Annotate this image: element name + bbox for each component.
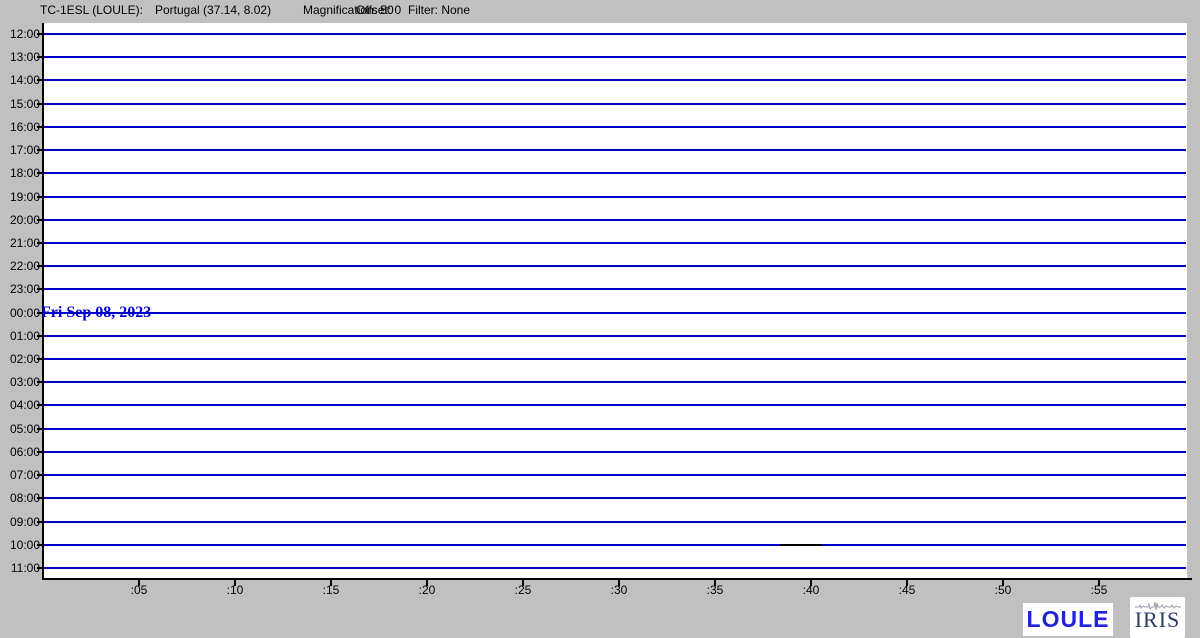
seismogram-trace	[44, 497, 1186, 499]
hour-label: 13:00	[0, 49, 40, 65]
hour-label: 04:00	[0, 397, 40, 413]
seismogram-trace	[44, 451, 1186, 453]
hour-label: 18:00	[0, 165, 40, 181]
seismogram-trace	[44, 56, 1186, 58]
y-axis-tick	[37, 288, 43, 290]
seismogram-trace	[44, 474, 1186, 476]
x-axis-line	[42, 578, 1192, 580]
seismogram-trace	[44, 567, 1186, 569]
filter-label: Filter: None	[408, 3, 470, 17]
y-axis-tick	[37, 196, 43, 198]
hour-label: 23:00	[0, 281, 40, 297]
y-axis-tick	[37, 381, 43, 383]
seismogram-trace	[44, 149, 1186, 151]
seismogram-trace	[44, 33, 1186, 35]
hour-label: 06:00	[0, 444, 40, 460]
seismogram-trace	[44, 126, 1186, 128]
seismogram-trace	[44, 172, 1186, 174]
y-axis-tick	[37, 149, 43, 151]
seismogram-trace	[44, 219, 1186, 221]
y-axis-tick	[37, 497, 43, 499]
station-location-label: Portugal (37.14, 8.02)	[155, 3, 271, 17]
seismogram-trace	[44, 335, 1186, 337]
y-axis-tick	[37, 56, 43, 58]
hour-label: 16:00	[0, 119, 40, 135]
y-axis-tick	[37, 79, 43, 81]
seismogram-trace	[44, 521, 1186, 523]
seismogram-trace	[44, 358, 1186, 360]
minute-label: :40	[791, 583, 831, 597]
y-axis-tick	[37, 544, 43, 546]
minute-label: :10	[215, 583, 255, 597]
seismogram-trace	[44, 288, 1186, 290]
hour-label: 02:00	[0, 351, 40, 367]
date-annotation: Fri Sep 08, 2023	[41, 304, 151, 322]
y-axis-tick	[37, 451, 43, 453]
hour-label: 05:00	[0, 421, 40, 437]
station-button[interactable]: LOULE	[1023, 603, 1113, 636]
offset-label: Offset: 0	[356, 3, 401, 17]
hour-label: 12:00	[0, 26, 40, 42]
hour-label: 22:00	[0, 258, 40, 274]
trace-black-segment	[780, 544, 822, 546]
plot-area[interactable]	[44, 23, 1187, 578]
y-axis-tick	[37, 103, 43, 105]
hour-label: 20:00	[0, 212, 40, 228]
hour-label: 10:00	[0, 537, 40, 553]
iris-logo-text: IRIS	[1135, 609, 1181, 631]
hour-label: 17:00	[0, 142, 40, 158]
y-axis-tick	[37, 521, 43, 523]
hour-label: 15:00	[0, 96, 40, 112]
hour-label: 11:00	[0, 560, 40, 576]
minute-label: :50	[983, 583, 1023, 597]
hour-label: 14:00	[0, 72, 40, 88]
seismogram-trace	[44, 196, 1186, 198]
seismogram-trace	[44, 428, 1186, 430]
y-axis-tick	[37, 474, 43, 476]
y-axis-tick	[37, 567, 43, 569]
seismogram-trace	[44, 312, 1186, 314]
minute-label: :20	[407, 583, 447, 597]
hour-label: 09:00	[0, 514, 40, 530]
hour-label: 03:00	[0, 374, 40, 390]
y-axis-tick	[37, 242, 43, 244]
seismogram-trace	[44, 103, 1186, 105]
y-axis-tick	[37, 126, 43, 128]
hour-label: 19:00	[0, 189, 40, 205]
y-axis-tick	[37, 265, 43, 267]
app-window: TC-1ESL (LOULE): Portugal (37.14, 8.02) …	[0, 0, 1200, 638]
iris-logo-button[interactable]: IRIS	[1130, 597, 1185, 638]
minute-label: :25	[503, 583, 543, 597]
minute-label: :05	[119, 583, 159, 597]
minute-label: :35	[695, 583, 735, 597]
minute-label: :55	[1079, 583, 1119, 597]
y-axis-tick	[37, 428, 43, 430]
y-axis-tick	[37, 33, 43, 35]
seismogram-trace	[44, 381, 1186, 383]
seismogram-trace	[44, 404, 1186, 406]
y-axis-tick	[37, 172, 43, 174]
seismogram-trace	[44, 265, 1186, 267]
hour-label: 08:00	[0, 490, 40, 506]
hour-label: 01:00	[0, 328, 40, 344]
y-axis-tick	[37, 404, 43, 406]
minute-label: :30	[599, 583, 639, 597]
minute-label: :45	[887, 583, 927, 597]
hour-label: 00:00	[0, 305, 40, 321]
minute-label: :15	[311, 583, 351, 597]
seismogram-trace	[44, 79, 1186, 81]
y-axis-tick	[37, 335, 43, 337]
hour-label: 07:00	[0, 467, 40, 483]
hour-label: 21:00	[0, 235, 40, 251]
seismogram-trace	[44, 544, 1186, 546]
station-id-label: TC-1ESL (LOULE):	[40, 3, 143, 17]
seismogram-trace	[44, 242, 1186, 244]
y-axis-tick	[37, 219, 43, 221]
y-axis-tick	[37, 358, 43, 360]
